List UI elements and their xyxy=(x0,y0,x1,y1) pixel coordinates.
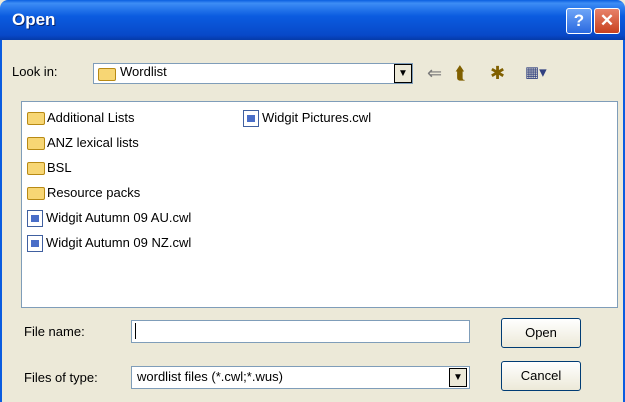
new-folder-icon[interactable]: ✱ xyxy=(490,62,505,84)
close-button[interactable]: ✕ xyxy=(594,8,620,34)
list-item[interactable]: Widgit Autumn 09 NZ.cwl xyxy=(27,233,191,253)
filetype-dropdown-arrow[interactable]: ▼ xyxy=(449,368,467,387)
folder-icon xyxy=(27,137,45,151)
filetype-value: wordlist files (*.cwl;*.wus) xyxy=(137,369,283,384)
open-button[interactable]: Open xyxy=(501,318,581,348)
window-title: Open xyxy=(12,10,56,29)
filename-label: File name: xyxy=(24,324,85,339)
cwl-file-icon xyxy=(27,210,43,228)
list-item[interactable]: Widgit Autumn 09 AU.cwl xyxy=(27,208,191,228)
filetype-label: Files of type: xyxy=(24,370,98,385)
list-item[interactable]: Resource packs xyxy=(27,183,140,203)
folder-icon xyxy=(27,187,45,201)
lookin-value: Wordlist xyxy=(120,64,167,79)
item-label: Widgit Autumn 09 AU.cwl xyxy=(46,210,192,225)
cancel-button[interactable]: Cancel xyxy=(501,361,581,391)
text-caret xyxy=(135,323,136,339)
cwl-file-icon xyxy=(27,235,43,253)
item-label: Widgit Autumn 09 NZ.cwl xyxy=(46,235,192,250)
folder-icon xyxy=(98,68,116,81)
title-bar: Open ? ✕ xyxy=(0,0,625,40)
folder-icon xyxy=(27,162,45,176)
help-button[interactable]: ? xyxy=(566,8,592,34)
filename-input[interactable] xyxy=(131,320,470,343)
filetype-dropdown[interactable]: wordlist files (*.cwl;*.wus) xyxy=(131,366,470,389)
item-label: Additional Lists xyxy=(47,110,135,125)
view-menu-icon[interactable]: ▦▾ xyxy=(525,62,547,84)
file-list[interactable]: Additional Lists ANZ lexical lists BSL R… xyxy=(21,101,618,308)
item-label: ANZ lexical lists xyxy=(47,135,139,150)
list-item[interactable]: Additional Lists xyxy=(27,108,134,128)
lookin-label: Look in: xyxy=(12,64,58,79)
lookin-dropdown-arrow[interactable]: ▼ xyxy=(394,64,412,83)
folder-icon xyxy=(27,112,45,126)
back-icon[interactable]: ⇐ xyxy=(427,62,442,84)
list-item[interactable]: ANZ lexical lists xyxy=(27,133,139,153)
item-label: BSL xyxy=(47,160,72,175)
item-label: Widgit Pictures.cwl xyxy=(262,110,372,125)
list-item[interactable]: BSL xyxy=(27,158,72,178)
list-item[interactable]: Widgit Pictures.cwl xyxy=(243,108,371,128)
up-folder-icon[interactable]: ⮬ xyxy=(455,62,466,84)
item-label: Resource packs xyxy=(47,185,141,200)
cwl-file-icon xyxy=(243,110,259,128)
